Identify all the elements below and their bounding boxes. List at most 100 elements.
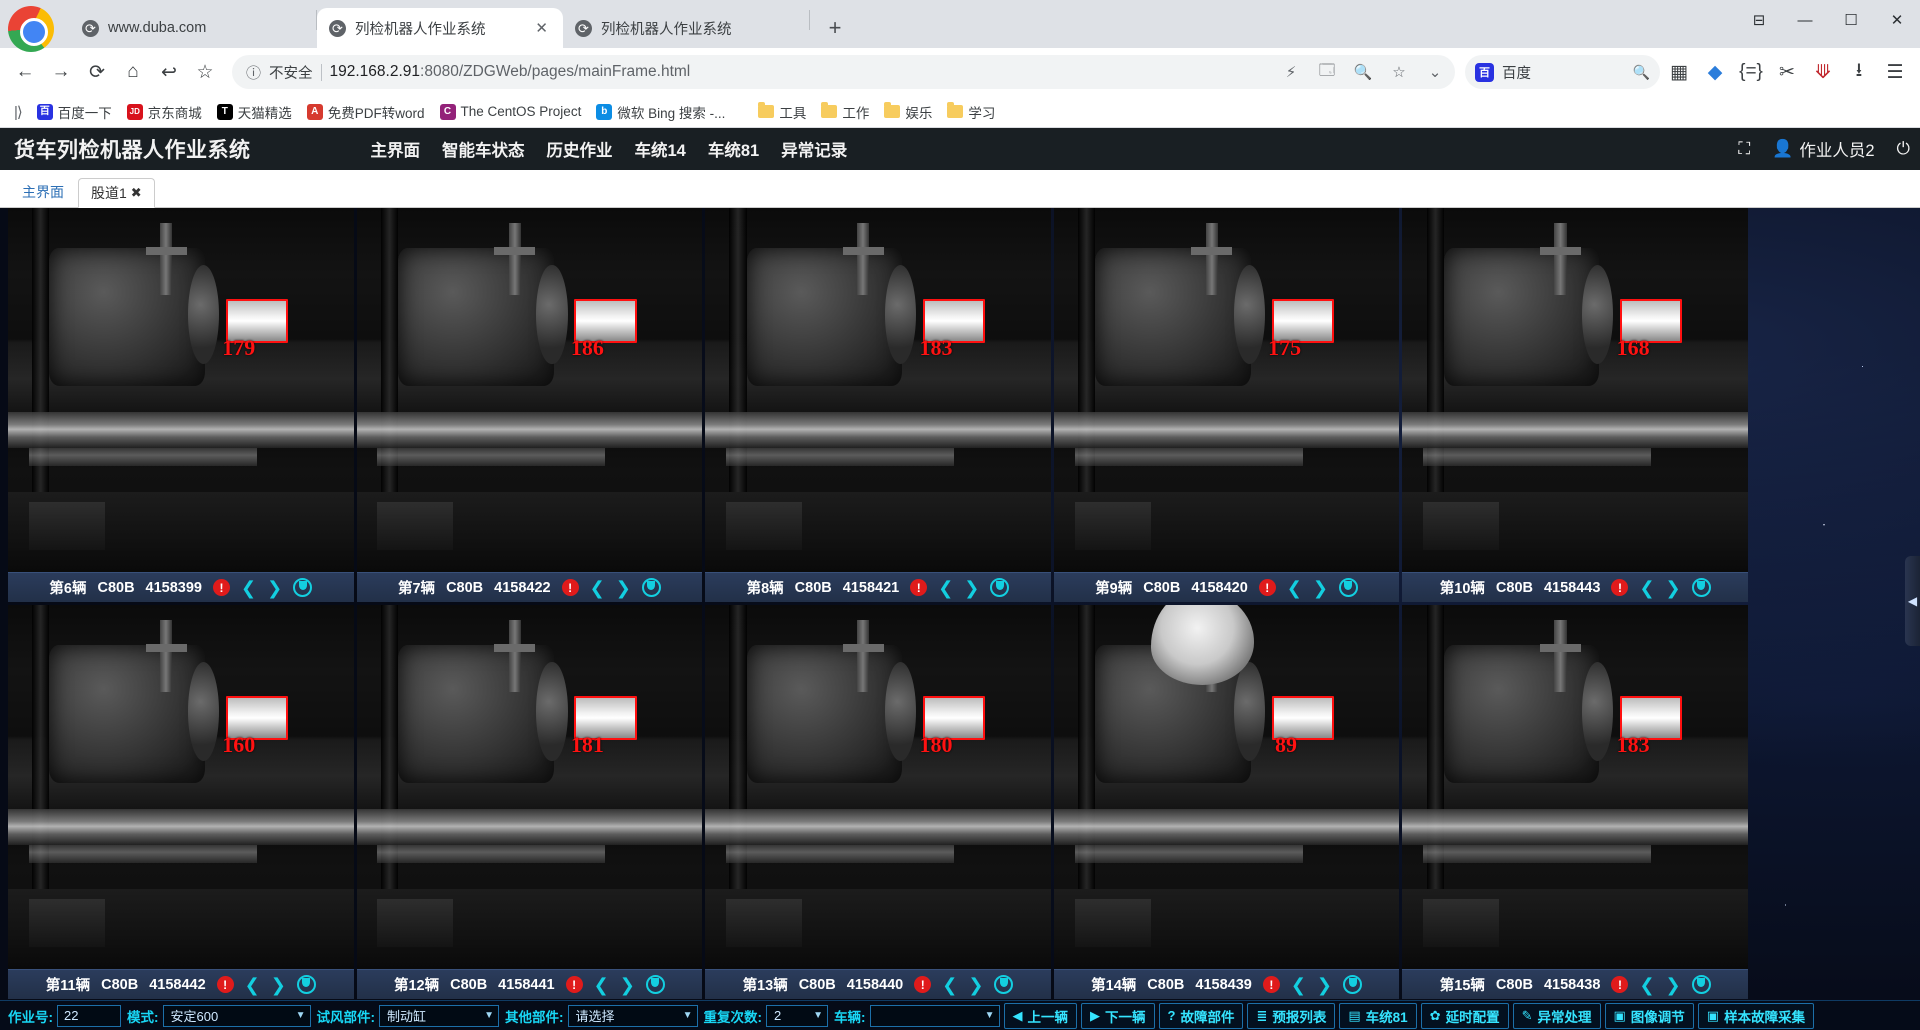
extension-blue-icon[interactable]: ◆ (1698, 55, 1732, 89)
browser-tab-3[interactable]: 列检机器人作业系统 (563, 8, 809, 48)
bookmark-item[interactable]: T 天猫精选 (211, 99, 298, 125)
chevron-down-icon[interactable]: ⌄ (1421, 58, 1449, 86)
forward-icon[interactable]: → (44, 55, 78, 89)
camera-image[interactable]: 89 (1053, 605, 1400, 969)
eye-icon[interactable] (296, 975, 316, 994)
maximize-button[interactable]: ☐ (1828, 0, 1874, 40)
bookmark-folder[interactable]: 学习 (941, 99, 1001, 125)
image-adjust-button[interactable]: ▣ 图像调节 (1604, 1002, 1694, 1029)
translate-icon[interactable]: 🗔 (1313, 58, 1341, 86)
fault-warning-icon[interactable]: ! (914, 976, 932, 993)
mode-select[interactable]: 安定600 ▼ (162, 1004, 311, 1027)
camera-panel[interactable]: 89 第14辆 C80B 4158439 ! ❮ ❯ (1053, 605, 1400, 999)
camera-image[interactable]: 186 (356, 208, 703, 572)
eye-icon[interactable] (1338, 578, 1358, 597)
eye-icon[interactable] (990, 578, 1010, 597)
apps-grid-icon[interactable]: ▦ (1662, 55, 1696, 89)
camera-image[interactable]: 183 (705, 208, 1051, 572)
panel-collapse-handle[interactable]: ◀ (1905, 556, 1920, 647)
camera-panel[interactable]: 168 第10辆 C80B 4158443 ! ❮ ❯ (1402, 208, 1748, 602)
home-icon[interactable]: ⌂ (116, 55, 150, 89)
camera-panel[interactable]: 175 第9辆 C80B 4158420 ! ❮ ❯ (1053, 208, 1400, 602)
history-icon[interactable]: ↩ (152, 55, 186, 89)
user-info[interactable]: 👤 作业人员2 (1772, 137, 1874, 161)
logout-icon[interactable]: ⏻ (1897, 139, 1910, 159)
fault-warning-icon[interactable]: ! (561, 579, 579, 596)
fault-warning-icon[interactable]: ! (216, 976, 234, 993)
pdf-extension-icon[interactable]: ⟱ (1806, 55, 1840, 89)
prev-icon[interactable]: ❮ (594, 976, 609, 994)
fault-warning-icon[interactable]: ! (1611, 976, 1629, 993)
next-icon[interactable]: ❯ (1666, 976, 1681, 994)
prev-icon[interactable]: ❮ (1639, 579, 1654, 597)
camera-image[interactable]: 175 (1053, 208, 1400, 572)
back-icon[interactable]: ← (8, 55, 42, 89)
next-icon[interactable]: ❯ (964, 579, 979, 597)
vehicle-select[interactable]: ▼ (869, 1004, 1000, 1027)
camera-panel[interactable]: 181 第12辆 C80B 4158441 ! ❮ ❯ (356, 605, 703, 999)
forecast-list-button[interactable]: ≣ 预报列表 (1247, 1002, 1336, 1029)
zoom-icon[interactable]: 🔍 (1349, 58, 1377, 86)
minimize-button[interactable]: — (1782, 0, 1828, 40)
code-extension-icon[interactable]: {=} (1734, 55, 1768, 89)
nav-item-chetong14[interactable]: 车统14 (635, 137, 686, 161)
bookmark-folder[interactable]: 娱乐 (878, 99, 938, 125)
bookmark-item[interactable]: b 微软 Bing 搜索 -... (590, 99, 731, 125)
cast-icon[interactable]: ⊟ (1736, 0, 1782, 40)
fullscreen-icon[interactable]: ⛶ (1738, 139, 1750, 159)
fault-warning-icon[interactable]: ! (213, 579, 230, 596)
next-icon[interactable]: ❯ (620, 976, 635, 994)
bookmark-star-icon[interactable]: ☆ (188, 55, 222, 89)
other-part-select[interactable]: 请选择 ▼ (567, 1004, 698, 1027)
next-icon[interactable]: ❯ (267, 579, 282, 597)
camera-panel[interactable]: 160 第11辆 C80B 4158442 ! ❮ ❯ (8, 605, 354, 999)
camera-panel[interactable]: 186 第7辆 C80B 4158422 ! ❮ ❯ (356, 208, 703, 602)
menu-icon[interactable]: ☰ (1878, 55, 1912, 89)
bookmark-folder[interactable]: 工作 (815, 99, 875, 125)
camera-panel[interactable]: 183 第8辆 C80B 4158421 ! ❮ ❯ (705, 208, 1051, 602)
eye-icon[interactable] (1691, 578, 1711, 597)
wind-test-part-select[interactable]: 制动缸 ▼ (379, 1004, 499, 1027)
eye-icon[interactable] (1343, 975, 1363, 994)
nav-item-history[interactable]: 历史作业 (547, 137, 613, 161)
exception-handling-button[interactable]: ✎ 异常处理 (1512, 1002, 1601, 1029)
job-number-input[interactable]: 22 (57, 1004, 121, 1027)
fault-warning-icon[interactable]: ! (565, 976, 583, 993)
next-car-button[interactable]: ▶ 下一辆 (1081, 1002, 1155, 1029)
bookmarks-overflow-icon[interactable]: |⟩ (8, 103, 28, 121)
browser-tab-1[interactable]: www.duba.com (70, 8, 316, 48)
camera-panel[interactable]: 179 第6辆 C80B 4158399 ! ❮ ❯ (8, 208, 354, 602)
camera-image[interactable]: 179 (8, 208, 354, 572)
chetong81-button[interactable]: ▤ 车统81 (1339, 1002, 1417, 1029)
repeat-count-select[interactable]: 2 ▼ (766, 1004, 828, 1027)
sample-fault-capture-button[interactable]: ▣ 样本故障采集 (1697, 1002, 1815, 1029)
browser-tab-2[interactable]: 列检机器人作业系统 ✕ (317, 8, 563, 48)
prev-icon[interactable]: ❮ (1291, 976, 1306, 994)
eye-icon[interactable] (1691, 975, 1711, 994)
prev-icon[interactable]: ❮ (1287, 579, 1302, 597)
address-bar[interactable]: ⓘ 不安全 192.168.2.91:8080/ZDGWeb/pages/mai… (232, 55, 1455, 89)
bookmark-item[interactable]: A 免费PDF转word (301, 99, 431, 125)
eye-icon[interactable] (994, 975, 1014, 994)
next-icon[interactable]: ❯ (1313, 579, 1328, 597)
camera-image[interactable]: 183 (1402, 605, 1748, 969)
eye-icon[interactable] (293, 578, 313, 597)
reload-icon[interactable]: ⟳ (80, 55, 114, 89)
prev-icon[interactable]: ❮ (245, 976, 260, 994)
tab-close-icon[interactable]: ✕ (532, 19, 551, 37)
star-icon[interactable]: ☆ (1385, 58, 1413, 86)
prev-icon[interactable]: ❮ (942, 976, 957, 994)
eye-icon[interactable] (645, 975, 665, 994)
tab-track-1[interactable]: 股道1 ✖ (78, 178, 155, 208)
bookmark-item[interactable]: C The CentOS Project (434, 101, 588, 123)
prev-icon[interactable]: ❮ (1639, 976, 1654, 994)
prev-icon[interactable]: ❮ (241, 579, 256, 597)
eye-icon[interactable] (641, 578, 661, 597)
bookmark-item[interactable]: 百 百度一下 (31, 99, 118, 125)
search-icon[interactable]: 🔍 (1633, 64, 1650, 81)
search-box[interactable]: 百 百度 🔍 (1465, 55, 1660, 89)
tab-main-screen[interactable]: 主界面 (10, 177, 76, 207)
camera-image[interactable]: 160 (8, 605, 354, 969)
prev-icon[interactable]: ❮ (590, 579, 605, 597)
new-tab-button[interactable]: + (818, 11, 852, 45)
